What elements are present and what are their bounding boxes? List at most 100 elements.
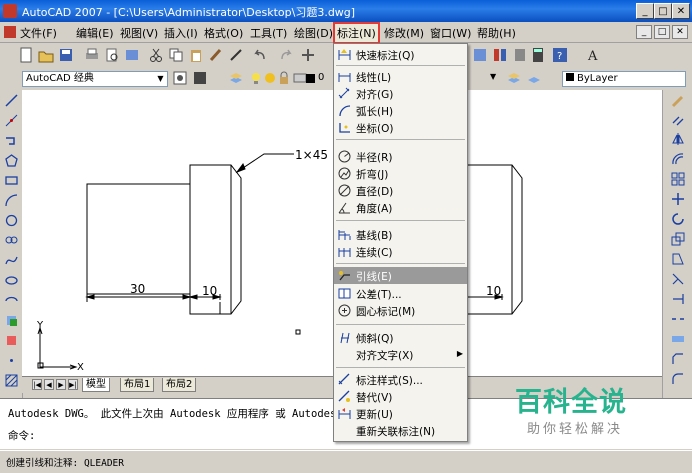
menu-item-ordinate[interactable]: 坐标(O) [334,119,467,136]
erase-tool-icon[interactable] [671,94,685,108]
doc-restore-button[interactable]: □ [654,25,670,39]
rotate-tool-icon[interactable] [671,212,685,226]
menu-tools[interactable]: 工具(T) [250,25,287,41]
construction-line-icon[interactable] [5,114,18,127]
open-file-icon[interactable] [38,47,54,63]
join-tool-icon[interactable] [671,332,685,346]
hatch-tool-icon[interactable] [5,374,18,387]
layer-name[interactable]: 0 [318,72,324,83]
break-tool-icon[interactable] [671,312,685,326]
menu-view[interactable]: 视图(V) [120,25,158,41]
dimension-30-text[interactable]: 30 [130,282,145,296]
menu-item-continue[interactable]: 连续(C) [334,243,467,260]
menu-file[interactable]: 文件(F) [20,25,57,41]
maximize-button[interactable]: □ [654,3,672,19]
grip-marker[interactable] [295,329,301,335]
move-tool-icon[interactable] [671,192,685,206]
fillet-tool-icon[interactable] [671,372,685,386]
color-select[interactable]: ByLayer [562,71,686,87]
stretch-tool-icon[interactable] [671,252,685,266]
copy-icon[interactable] [168,47,184,63]
line-tool-icon[interactable] [5,94,18,107]
menu-format[interactable]: 格式(O) [204,25,243,41]
menu-item-center-mark[interactable]: 圆心标记(M) [334,302,467,319]
block-editor-icon[interactable] [228,47,244,63]
undo-icon[interactable] [252,47,268,63]
last-tab-button[interactable]: ▶| [68,379,78,390]
menu-dimension[interactable]: 标注(N) [333,22,380,44]
menu-item-reassociate[interactable]: 重新关联标注(N) [334,422,467,439]
insert-block-icon[interactable] [5,314,18,327]
cut-icon[interactable] [148,47,164,63]
text-style-icon[interactable]: A [586,47,602,63]
ellipse-arc-icon[interactable] [5,294,18,307]
save-icon[interactable] [58,47,74,63]
pan-icon[interactable] [300,47,316,63]
revision-cloud-icon[interactable] [5,234,18,247]
print-preview-icon[interactable] [104,47,120,63]
doc-close-button[interactable]: ✕ [672,25,688,39]
offset-tool-icon[interactable] [671,152,685,166]
mirror-tool-icon[interactable] [671,132,685,146]
calculator-icon[interactable] [530,47,546,63]
menu-item-tolerance[interactable]: 公差(T)... [334,285,467,302]
menu-modify[interactable]: 修改(M) [384,25,424,41]
workspace-save-icon[interactable] [192,70,208,86]
autocad-app-icon[interactable] [3,4,17,18]
redo-icon[interactable] [278,47,294,63]
workspace-settings-icon[interactable] [172,70,188,86]
close-button[interactable]: ✕ [672,3,690,19]
layer-lock-icon[interactable] [276,70,292,86]
arc-tool-icon[interactable] [5,194,18,207]
scale-tool-icon[interactable] [671,232,685,246]
polyline-tool-icon[interactable] [5,134,18,147]
design-center-icon[interactable] [492,47,508,63]
properties-icon[interactable] [472,47,488,63]
doc-icon[interactable] [4,26,16,38]
tab-layout2[interactable]: 布局2 [162,378,197,392]
minimize-button[interactable]: _ [636,3,654,19]
make-block-icon[interactable] [5,334,18,347]
help-icon[interactable]: ? [552,47,568,63]
menu-item-override[interactable]: 替代(V) [334,388,467,405]
menu-item-radius[interactable]: 半径(R) [334,148,467,165]
menu-item-angular[interactable]: 角度(A) [334,199,467,216]
layer-dropdown-chevron-icon[interactable]: ▼ [490,72,496,81]
menu-item-update[interactable]: 更新(U) [334,405,467,422]
command-prompt[interactable]: 命令: [8,428,35,443]
leader-annotation-text[interactable]: 1×45 [295,148,328,162]
rectangle-tool-icon[interactable] [5,174,18,187]
make-object-layer-current-icon[interactable] [506,70,522,86]
print-icon[interactable] [84,47,100,63]
tab-layout1[interactable]: 布局1 [120,378,155,392]
chamfer-tool-icon[interactable] [671,352,685,366]
spline-tool-icon[interactable] [5,254,18,267]
menu-insert[interactable]: 插入(I) [164,25,198,41]
menu-item-baseline[interactable]: 基线(B) [334,226,467,243]
point-tool-icon[interactable] [5,354,18,367]
polygon-tool-icon[interactable] [5,154,18,167]
menu-item-oblique[interactable]: 倾斜(Q) [334,329,467,346]
menu-window[interactable]: 窗口(W) [430,25,471,41]
first-tab-button[interactable]: |◀ [32,379,42,390]
menu-item-dim-style[interactable]: 标注样式(S)... [334,371,467,388]
tab-model[interactable]: 模型 [82,378,110,392]
menu-edit[interactable]: 编辑(E) [76,25,114,41]
doc-minimize-button[interactable]: _ [636,25,652,39]
layer-previous-icon[interactable] [526,70,542,86]
layer-manager-icon[interactable] [228,70,244,86]
prev-tab-button[interactable]: ◀ [44,379,54,390]
array-tool-icon[interactable] [671,172,685,186]
dimension-10-left-text[interactable]: 10 [202,284,217,298]
circle-tool-icon[interactable] [5,214,18,227]
menu-item-leader[interactable]: 引线(E) [334,267,467,284]
menu-item-jogged[interactable]: 折弯(J) [334,165,467,182]
copy-object-icon[interactable] [671,114,685,128]
menu-draw[interactable]: 绘图(D) [294,25,333,41]
publish-icon[interactable] [124,47,140,63]
paste-icon[interactable] [188,47,204,63]
menu-item-quick-dim[interactable]: 快速标注(Q) [334,46,467,63]
ellipse-tool-icon[interactable] [5,274,18,287]
dimension-10-right-text[interactable]: 10 [486,284,501,298]
match-properties-icon[interactable] [208,47,224,63]
